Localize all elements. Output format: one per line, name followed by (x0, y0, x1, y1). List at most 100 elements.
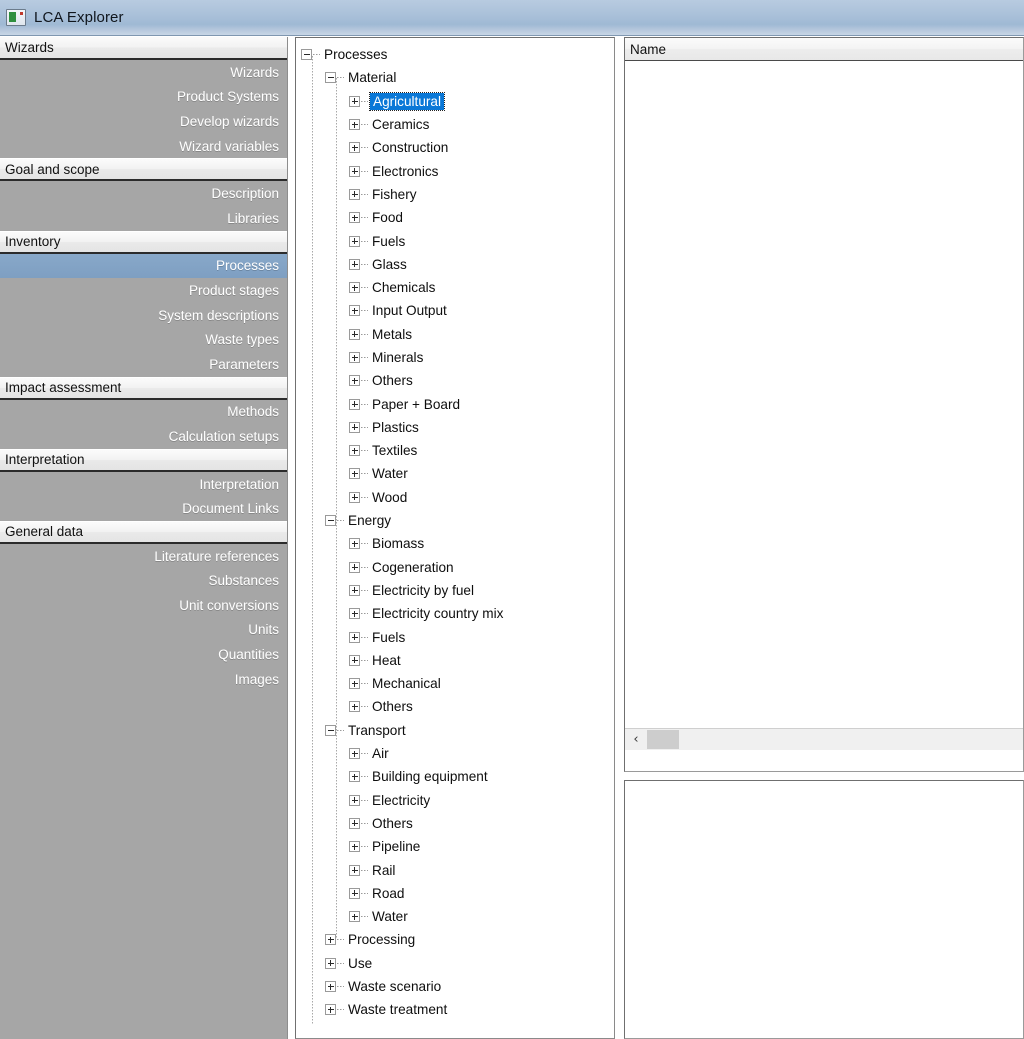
scroll-left-arrow-icon[interactable]: ‹ (625, 730, 647, 750)
tree-node-label[interactable]: Rail (370, 863, 397, 878)
tree-node-label[interactable]: Paper + Board (370, 397, 462, 412)
tree-row[interactable]: Fuels (301, 625, 614, 648)
sidebar-item-images[interactable]: Images (0, 667, 287, 692)
tree-row[interactable]: Processing (301, 928, 614, 951)
column-header-name[interactable]: Name (630, 42, 666, 57)
tree-row[interactable]: Metals (301, 323, 614, 346)
tree-node-label[interactable]: Construction (370, 140, 450, 155)
expand-plus-icon[interactable] (349, 142, 360, 154)
expand-plus-icon[interactable] (349, 864, 360, 876)
sidebar-item-quantities[interactable]: Quantities (0, 642, 287, 667)
tree-node-label[interactable]: Processes (322, 47, 389, 62)
expand-plus-icon[interactable] (325, 957, 336, 969)
tree-row[interactable]: Chemicals (301, 276, 614, 299)
tree-row[interactable]: Construction (301, 136, 614, 159)
expand-plus-icon[interactable] (349, 445, 360, 457)
expand-plus-icon[interactable] (325, 934, 336, 946)
tree-node-label[interactable]: Building equipment (370, 769, 490, 784)
expand-plus-icon[interactable] (349, 701, 360, 713)
expand-plus-icon[interactable] (349, 468, 360, 480)
tree-node-label[interactable]: Processing (346, 932, 417, 947)
tree-row[interactable]: Minerals (301, 346, 614, 369)
tree-row[interactable]: Input Output (301, 299, 614, 322)
tree-node-label[interactable]: Electricity (370, 793, 432, 808)
expand-plus-icon[interactable] (349, 887, 360, 899)
tree-node-label[interactable]: Biomass (370, 536, 426, 551)
tree-node-label[interactable]: Pipeline (370, 839, 422, 854)
tree-row[interactable]: Water (301, 905, 614, 928)
tree-row[interactable]: Electricity by fuel (301, 579, 614, 602)
expand-plus-icon[interactable] (349, 911, 360, 923)
tree-node-label[interactable]: Electronics (370, 164, 440, 179)
expand-plus-icon[interactable] (349, 352, 360, 363)
process-tree[interactable]: Processes Material Agricultural Ceramics Con… (296, 38, 614, 1024)
expand-plus-icon[interactable] (349, 212, 360, 224)
expand-plus-icon[interactable] (349, 491, 360, 503)
nav-section-header-goal-and-scope[interactable]: Goal and scope (0, 158, 287, 182)
tree-node-label[interactable]: Heat (370, 653, 403, 668)
nav-section-header-general-data[interactable]: General data (0, 520, 287, 544)
process-tree-panel[interactable]: Processes Material Agricultural Ceramics Con… (295, 37, 615, 1039)
expand-plus-icon[interactable] (349, 95, 360, 107)
expand-plus-icon[interactable] (349, 584, 360, 596)
tree-node-label[interactable]: Textiles (370, 443, 419, 458)
tree-node-label[interactable]: Others (370, 816, 415, 831)
collapse-minus-icon[interactable] (325, 72, 336, 84)
tree-node-label[interactable]: Fuels (370, 234, 407, 249)
tree-row[interactable]: Glass (301, 253, 614, 276)
sidebar-item-calculation-setups[interactable]: Calculation setups (0, 424, 287, 449)
tree-row[interactable]: Electricity (301, 789, 614, 812)
tree-row[interactable]: Others (301, 695, 614, 718)
detail-panel[interactable] (624, 780, 1024, 1039)
collapse-minus-icon[interactable] (325, 515, 336, 527)
expand-plus-icon[interactable] (349, 305, 360, 317)
tree-node-label[interactable]: Metals (370, 327, 414, 342)
expand-plus-icon[interactable] (349, 188, 360, 200)
tree-row[interactable]: Paper + Board (301, 392, 614, 415)
tree-row[interactable]: Electricity country mix (301, 602, 614, 625)
sidebar-item-processes[interactable]: Processes (0, 253, 287, 279)
tree-row[interactable]: Processes (301, 43, 614, 66)
sidebar-item-literature-references[interactable]: Literature references (0, 544, 287, 569)
expand-plus-icon[interactable] (349, 654, 360, 666)
tree-node-label[interactable]: Cogeneration (370, 560, 456, 575)
tree-row[interactable]: Road (301, 882, 614, 905)
tree-node-label[interactable]: Transport (346, 723, 408, 738)
tree-node-label[interactable]: Fishery (370, 187, 419, 202)
tree-row[interactable]: Biomass (301, 532, 614, 555)
tree-row[interactable]: Wood (301, 486, 614, 509)
nav-section-header-interpretation[interactable]: Interpretation (0, 448, 287, 472)
expand-plus-icon[interactable] (349, 375, 360, 387)
sidebar-item-system-descriptions[interactable]: System descriptions (0, 303, 287, 328)
tree-node-label[interactable]: Wood (370, 490, 409, 505)
expand-plus-icon[interactable] (349, 398, 360, 410)
nav-section-header-impact-assessment[interactable]: Impact assessment (0, 376, 287, 400)
tree-node-label[interactable]: Others (370, 699, 415, 714)
sidebar-item-methods[interactable]: Methods (0, 400, 287, 425)
expand-plus-icon[interactable] (349, 608, 360, 620)
sidebar-item-wizards[interactable]: Wizards (0, 60, 287, 85)
tree-row[interactable]: Use (301, 952, 614, 975)
tree-row[interactable]: Rail (301, 858, 614, 881)
tree-row[interactable]: Building equipment (301, 765, 614, 788)
sidebar-item-units[interactable]: Units (0, 618, 287, 643)
tree-row[interactable]: Material (301, 66, 614, 89)
tree-row[interactable]: Electronics (301, 159, 614, 182)
tree-node-label[interactable]: Water (370, 466, 410, 481)
tree-node-label[interactable]: Water (370, 909, 410, 924)
expand-plus-icon[interactable] (325, 1004, 336, 1016)
tree-node-label[interactable]: Ceramics (370, 117, 431, 132)
sidebar-item-waste-types[interactable]: Waste types (0, 327, 287, 352)
tree-node-label[interactable]: Electricity by fuel (370, 583, 476, 598)
tree-row[interactable]: Pipeline (301, 835, 614, 858)
expand-plus-icon[interactable] (325, 981, 336, 993)
sidebar-item-document-links[interactable]: Document Links (0, 496, 287, 521)
expand-plus-icon[interactable] (349, 561, 360, 573)
tree-row[interactable]: Others (301, 369, 614, 392)
sidebar-item-interpretation[interactable]: Interpretation (0, 472, 287, 497)
tree-row[interactable]: Food (301, 206, 614, 229)
sidebar-item-description[interactable]: Description (0, 181, 287, 206)
tree-row[interactable]: Cogeneration (301, 556, 614, 579)
collapse-minus-icon[interactable] (325, 724, 336, 736)
nav-section-header-inventory[interactable]: Inventory (0, 230, 287, 254)
